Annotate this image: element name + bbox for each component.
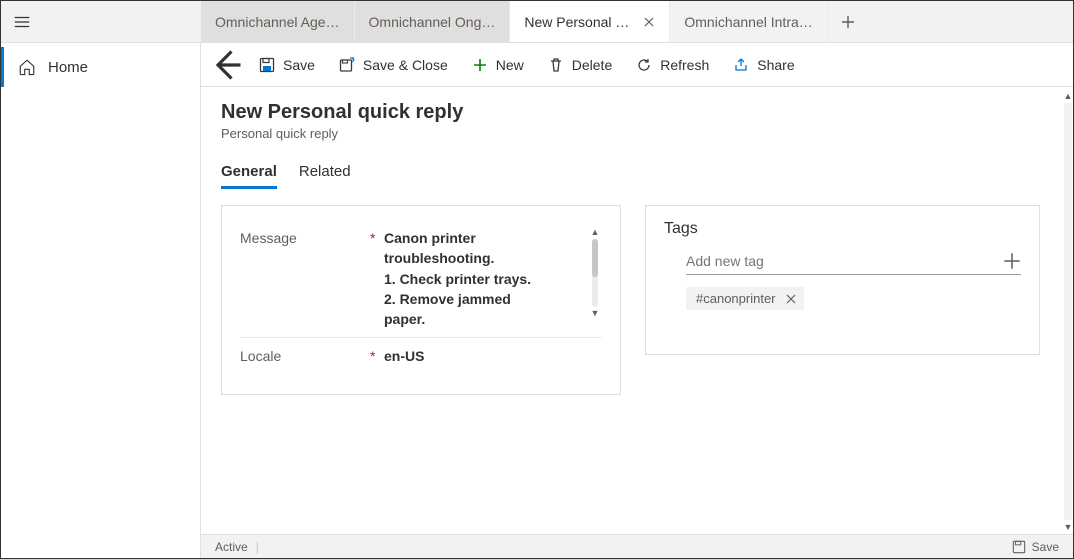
share-button[interactable]: Share — [723, 51, 804, 79]
scroll-track[interactable] — [1064, 103, 1072, 520]
scroll-up-icon[interactable]: ▲ — [1064, 89, 1073, 103]
cmd-label: Refresh — [660, 57, 709, 73]
save-close-icon — [339, 57, 355, 73]
main-region: Save Save & Close New Delete Refresh — [201, 43, 1073, 558]
hamburger-button[interactable] — [1, 1, 43, 42]
tab-general[interactable]: General — [221, 159, 277, 189]
field-value[interactable]: en-US — [384, 346, 602, 366]
field-label: Message — [240, 228, 370, 246]
field-value[interactable]: Canon printer troubleshooting. 1. Check … — [384, 228, 582, 329]
trash-icon — [548, 57, 564, 73]
remove-tag-button[interactable] — [786, 294, 796, 304]
tab-omnichannel-agent[interactable]: Omnichannel Age… — [201, 1, 355, 42]
top-bar: Omnichannel Age… Omnichannel Ong… New Pe… — [1, 1, 1073, 43]
field-label: Locale — [240, 346, 370, 364]
save-button[interactable]: Save — [249, 51, 325, 79]
new-button[interactable]: New — [462, 51, 534, 79]
cmd-label: Save — [283, 57, 315, 73]
scroll-thumb[interactable] — [592, 239, 598, 277]
save-icon — [1012, 540, 1026, 554]
tab-label: Omnichannel Ong… — [369, 14, 496, 30]
menu-icon — [13, 13, 31, 31]
fields-panel: Message * Canon printer troubleshooting.… — [221, 205, 621, 395]
cmd-label: Save & Close — [363, 57, 448, 73]
plus-icon — [841, 15, 855, 29]
scroll-down-icon[interactable]: ▼ — [591, 309, 600, 318]
cmd-label: Delete — [572, 57, 612, 73]
field-locale[interactable]: Locale * en-US — [240, 338, 602, 374]
close-icon — [786, 294, 796, 304]
status-save-label: Save — [1032, 540, 1059, 554]
command-bar: Save Save & Close New Delete Refresh — [201, 43, 1073, 87]
status-save-button[interactable]: Save — [1012, 540, 1059, 554]
tab-label: Omnichannel Age… — [215, 14, 340, 30]
document-tabs: Omnichannel Age… Omnichannel Ong… New Pe… — [201, 1, 868, 42]
tab-omnichannel-ongoing[interactable]: Omnichannel Ong… — [355, 1, 511, 42]
sidebar-item-home[interactable]: Home — [1, 47, 200, 87]
required-indicator: * — [370, 228, 384, 246]
tags-panel: Tags #canonprinter — [645, 205, 1040, 355]
refresh-button[interactable]: Refresh — [626, 51, 719, 79]
scroll-track[interactable] — [592, 239, 598, 307]
tab-new-personal-quick-reply[interactable]: New Personal quick reply — [510, 1, 670, 42]
close-tab-button[interactable] — [643, 16, 655, 28]
main-scrollbar[interactable]: ▲ ▼ — [1063, 89, 1073, 534]
scroll-up-icon[interactable]: ▲ — [591, 228, 600, 237]
save-and-close-button[interactable]: Save & Close — [329, 51, 458, 79]
tab-label: New Personal quick reply — [524, 14, 633, 30]
content-area: New Personal quick reply Personal quick … — [201, 87, 1073, 534]
page-title: New Personal quick reply — [221, 101, 1053, 124]
cmd-label: Share — [757, 57, 794, 73]
tags-title: Tags — [664, 220, 1021, 238]
tag-chip-label: #canonprinter — [696, 291, 776, 306]
add-tag-input[interactable] — [686, 253, 1003, 269]
message-scrollbar[interactable]: ▲ ▼ — [588, 228, 602, 318]
record-state: Active — [215, 540, 248, 554]
plus-icon — [1003, 252, 1021, 270]
back-button[interactable] — [209, 47, 245, 83]
cmd-label: New — [496, 57, 524, 73]
close-icon — [643, 16, 655, 28]
share-icon — [733, 57, 749, 73]
tag-chip[interactable]: #canonprinter — [686, 287, 804, 310]
scroll-down-icon[interactable]: ▼ — [1064, 520, 1073, 534]
sidebar: Home — [1, 43, 201, 558]
delete-button[interactable]: Delete — [538, 51, 622, 79]
plus-icon — [472, 57, 488, 73]
tab-label: Omnichannel Intra… — [684, 14, 812, 30]
tab-omnichannel-intraday[interactable]: Omnichannel Intra… — [670, 1, 827, 42]
back-arrow-icon — [209, 47, 245, 83]
form-tabs: General Related — [221, 159, 1053, 189]
field-message[interactable]: Message * Canon printer troubleshooting.… — [240, 220, 602, 338]
required-indicator: * — [370, 346, 384, 364]
home-icon — [18, 58, 36, 76]
refresh-icon — [636, 57, 652, 73]
add-tag-row[interactable] — [686, 248, 1021, 275]
page-subtitle: Personal quick reply — [221, 126, 1053, 141]
tab-related[interactable]: Related — [299, 159, 351, 189]
sidebar-item-label: Home — [48, 59, 88, 76]
status-bar: Active | Save — [201, 534, 1073, 558]
new-tab-button[interactable] — [828, 1, 868, 42]
add-tag-button[interactable] — [1003, 252, 1021, 270]
save-icon — [259, 57, 275, 73]
